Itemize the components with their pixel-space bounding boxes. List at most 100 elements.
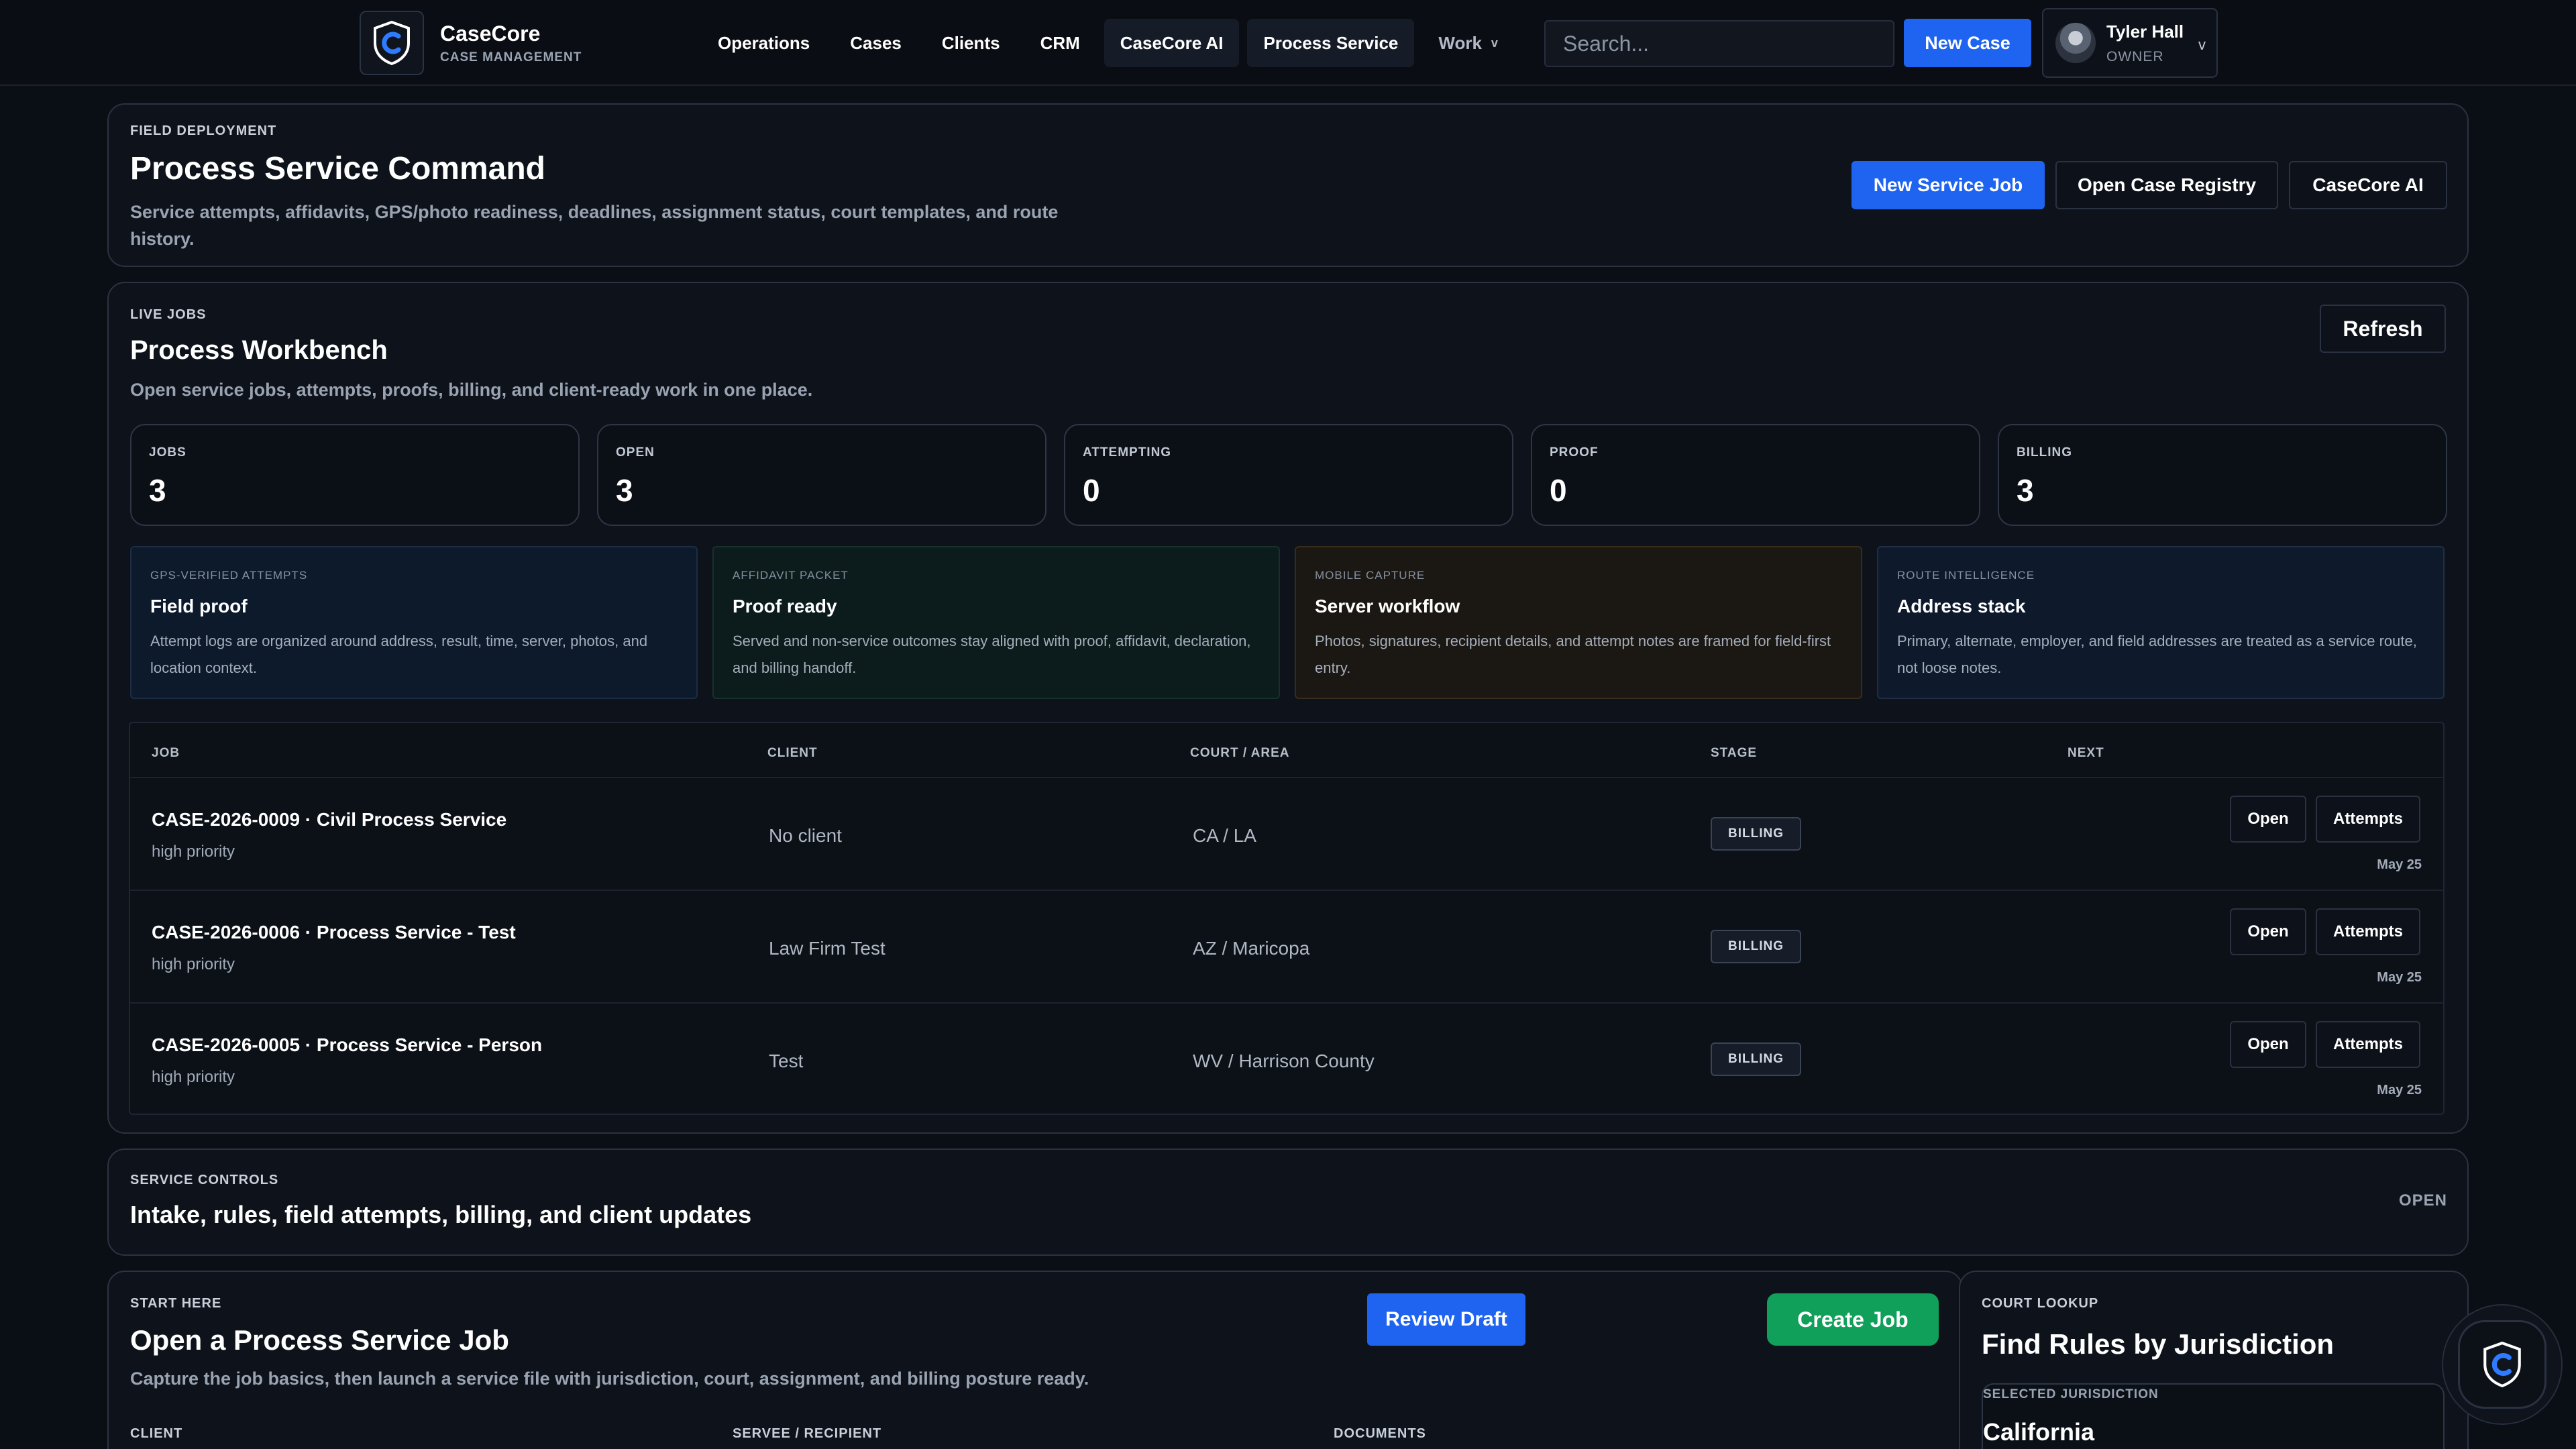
casecore-logo-icon [360, 11, 424, 75]
feature-text: Served and non-service outcomes stay ali… [733, 633, 1251, 676]
status-badge: BILLING [1711, 930, 1801, 963]
controls-title: Intake, rules, field attempts, billing, … [130, 1201, 752, 1228]
top-bar: CaseCore CASE MANAGEMENT Operations Case… [0, 0, 2576, 86]
casecore-logo-icon [2458, 1320, 2546, 1409]
open-job-button[interactable]: Open [2230, 796, 2306, 843]
attempts-button[interactable]: Attempts [2316, 1021, 2420, 1068]
jurisdiction-value: California [1983, 1418, 2095, 1446]
chevron-down-icon: v [2198, 36, 2206, 53]
feature-proof-ready: AFFIDAVIT PACKET Proof ready Served and … [712, 546, 1280, 699]
brand[interactable]: CaseCore CASE MANAGEMENT [360, 11, 582, 75]
create-job-button[interactable]: Create Job [1767, 1293, 1939, 1346]
hero-description-line-2: history. [130, 229, 195, 249]
feature-title: Server workflow [1315, 596, 1460, 616]
nav-casecore-ai[interactable]: CaseCore AI [1104, 19, 1240, 67]
service-controls-card[interactable]: SERVICE CONTROLS Intake, rules, field at… [107, 1148, 2469, 1256]
jobs-table: JOB CLIENT COURT / AREA STAGE NEXT CASE-… [129, 722, 2445, 1115]
job-title[interactable]: CASE-2026-0006 · Process Service - Test [152, 922, 516, 943]
job-client: Test [769, 1051, 804, 1071]
stat-value: 3 [616, 473, 633, 508]
table-row[interactable]: CASE-2026-0009 · Civil Process Service h… [130, 777, 2443, 890]
feature-title: Address stack [1897, 596, 2026, 616]
attempts-button[interactable]: Attempts [2316, 796, 2420, 843]
hero-eyebrow: FIELD DEPLOYMENT [130, 123, 277, 138]
column-header-next: NEXT [2068, 746, 2104, 760]
court-title: Find Rules by Jurisdiction [1982, 1328, 2334, 1360]
feature-text: Photos, signatures, recipient details, a… [1315, 633, 1831, 676]
table-row[interactable]: CASE-2026-0005 · Process Service - Perso… [130, 1002, 2443, 1115]
brand-subtitle: CASE MANAGEMENT [440, 50, 582, 64]
new-service-job-button[interactable]: New Service Job [1851, 161, 2045, 209]
court-eyebrow: COURT LOOKUP [1982, 1296, 2099, 1311]
nav-crm[interactable]: CRM [1024, 19, 1096, 67]
job-title[interactable]: CASE-2026-0009 · Civil Process Service [152, 809, 506, 830]
job-priority: high priority [152, 843, 235, 861]
refresh-button[interactable]: Refresh [2320, 305, 2446, 353]
field-label-client: CLIENT [130, 1426, 183, 1441]
workbench-description: Open service jobs, attempts, proofs, bil… [130, 380, 813, 400]
feature-text: Primary, alternate, employer, and field … [1897, 633, 2417, 676]
open-job-button[interactable]: Open [2230, 1021, 2306, 1068]
user-role: OWNER [2106, 48, 2164, 64]
hero-description: Service attempts, affidavits, GPS/photo … [130, 199, 1203, 252]
field-label-servee: SERVEE / RECIPIENT [733, 1426, 882, 1441]
job-date: May 25 [2377, 857, 2422, 872]
stat-label: PROOF [1550, 445, 1599, 460]
stat-value: 3 [2017, 473, 2034, 508]
job-area: CA / LA [1193, 825, 1256, 846]
start-title: Open a Process Service Job [130, 1324, 509, 1356]
assistant-launcher-button[interactable] [2442, 1304, 2563, 1425]
column-header-client: CLIENT [767, 746, 818, 760]
search-input[interactable] [1544, 20, 1894, 67]
feature-field-proof: GPS-VERIFIED ATTEMPTS Field proof Attemp… [130, 546, 698, 699]
stat-value: 0 [1083, 473, 1100, 508]
nav-clients[interactable]: Clients [926, 19, 1016, 67]
court-lookup-card: COURT LOOKUP Find Rules by Jurisdiction … [1959, 1271, 2469, 1449]
avatar [2055, 23, 2096, 63]
job-title[interactable]: CASE-2026-0005 · Process Service - Perso… [152, 1034, 542, 1056]
page-title: Process Service Command [130, 151, 545, 186]
jurisdiction-select[interactable]: SELECTED JURISDICTION California [1982, 1383, 2445, 1449]
job-client: Law Firm Test [769, 938, 885, 959]
feature-label: GPS-VERIFIED ATTEMPTS [150, 569, 308, 582]
process-workbench-card: LIVE JOBS Process Workbench Open service… [107, 282, 2469, 1134]
process-service-command-card: FIELD DEPLOYMENT Process Service Command… [107, 103, 2469, 267]
table-row[interactable]: CASE-2026-0006 · Process Service - Test … [130, 890, 2443, 1002]
stat-label: JOBS [149, 445, 186, 460]
workbench-title: Process Workbench [130, 335, 388, 365]
user-name: Tyler Hall [2106, 21, 2184, 42]
open-case-registry-button[interactable]: Open Case Registry [2055, 161, 2278, 209]
jurisdiction-label: SELECTED JURISDICTION [1983, 1387, 2159, 1401]
nav-cases[interactable]: Cases [834, 19, 918, 67]
status-badge: BILLING [1711, 1042, 1801, 1076]
nav-operations[interactable]: Operations [702, 19, 826, 67]
stat-proof: PROOF 0 [1531, 424, 1980, 526]
job-date: May 25 [2377, 970, 2422, 985]
open-job-button[interactable]: Open [2230, 908, 2306, 955]
hero-description-line-1: Service attempts, affidavits, GPS/photo … [130, 202, 1059, 222]
user-menu[interactable]: Tyler Hall OWNER v [2042, 8, 2218, 78]
job-area: AZ / Maricopa [1193, 938, 1310, 959]
stat-billing: BILLING 3 [1998, 424, 2447, 526]
field-label-documents: DOCUMENTS [1334, 1426, 1426, 1441]
brand-name: CaseCore [440, 21, 541, 46]
review-draft-button[interactable]: Review Draft [1367, 1293, 1525, 1346]
feature-text: Attempt logs are organized around addres… [150, 633, 648, 676]
stat-jobs: JOBS 3 [130, 424, 580, 526]
start-description: Capture the job basics, then launch a se… [130, 1368, 1089, 1389]
nav-process-service[interactable]: Process Service [1247, 19, 1415, 67]
attempts-button[interactable]: Attempts [2316, 908, 2420, 955]
controls-state[interactable]: OPEN [2399, 1191, 2447, 1210]
stat-value: 3 [149, 473, 166, 508]
status-badge: BILLING [1711, 817, 1801, 851]
nav-work-dropdown[interactable]: Work v [1422, 19, 1514, 67]
feature-label: ROUTE INTELLIGENCE [1897, 569, 2035, 582]
casecore-ai-button[interactable]: CaseCore AI [2289, 161, 2447, 209]
job-client: No client [769, 825, 842, 846]
start-eyebrow: START HERE [130, 1296, 222, 1311]
new-case-button[interactable]: New Case [1904, 19, 2031, 67]
workbench-eyebrow: LIVE JOBS [130, 307, 207, 322]
nav-work-label: Work [1438, 32, 1482, 53]
stat-attempting: ATTEMPTING 0 [1064, 424, 1513, 526]
job-date: May 25 [2377, 1083, 2422, 1097]
